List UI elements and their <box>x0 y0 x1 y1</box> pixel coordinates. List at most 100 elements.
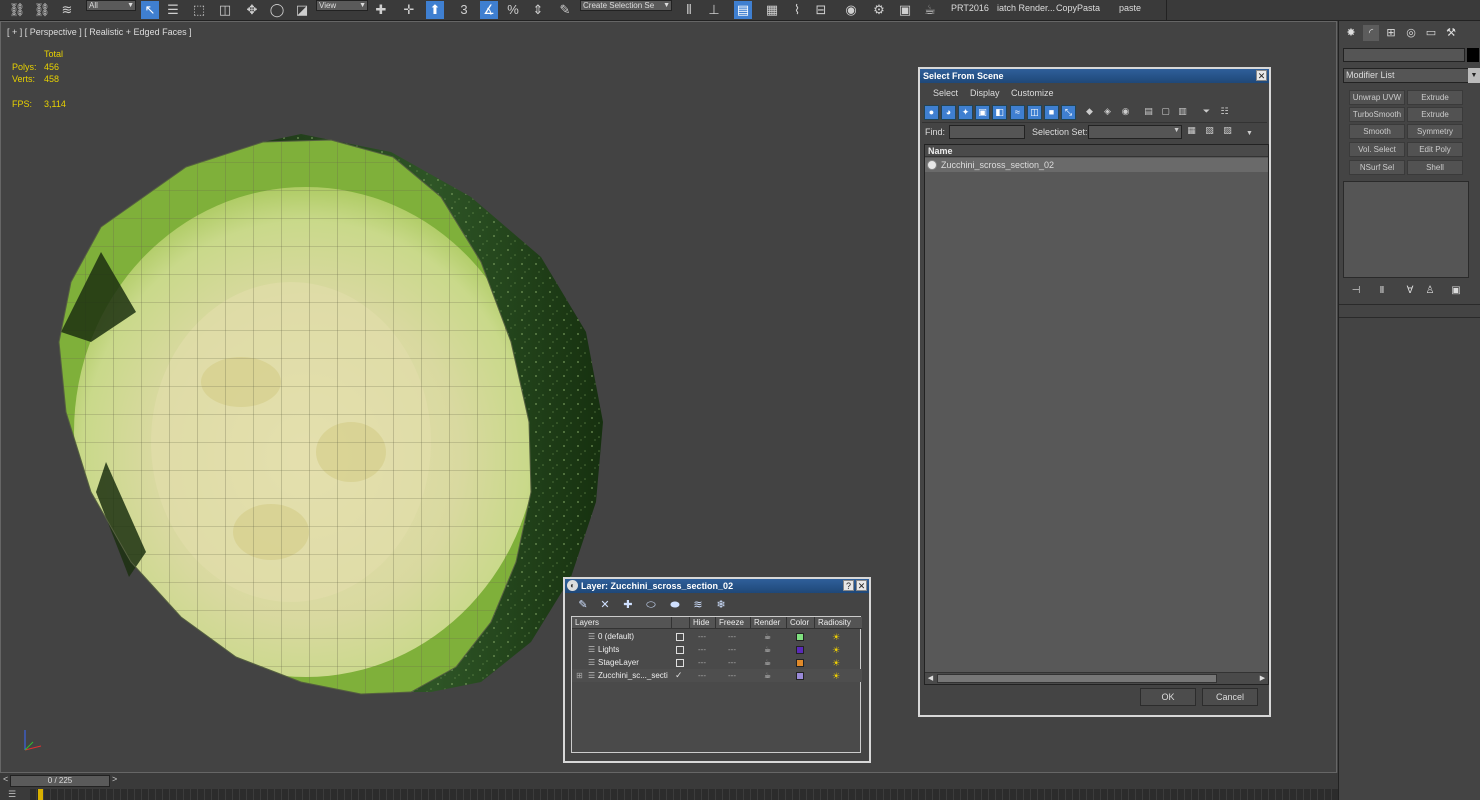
layer-explorer-icon[interactable]: ▦ <box>763 1 781 19</box>
selection-set-dropdown[interactable]: ▼ <box>1088 125 1182 139</box>
hierarchy-tab-icon[interactable]: ⊞ <box>1383 25 1399 41</box>
add-to-layer-icon[interactable]: ✚ <box>620 597 636 613</box>
display-frozen-icon[interactable]: ◈ <box>1100 105 1115 120</box>
edit-poly-button[interactable]: Edit Poly <box>1407 142 1463 157</box>
delete-layer-icon[interactable]: ✕ <box>597 597 613 613</box>
symmetry-button[interactable]: Symmetry <box>1407 124 1463 139</box>
angle-snap-icon[interactable]: ∡ <box>480 1 498 19</box>
scrollbar-thumb[interactable] <box>937 674 1217 683</box>
layer-color-swatch[interactable] <box>796 659 804 667</box>
keyboard-shortcut-override-icon[interactable]: ⬆ <box>426 1 444 19</box>
freeze-column-header[interactable]: Freeze <box>716 617 751 629</box>
turbosmooth-button[interactable]: TurboSmooth <box>1349 107 1405 122</box>
motion-tab-icon[interactable]: ◎ <box>1403 25 1419 41</box>
schematic-view-icon[interactable]: ⊟ <box>812 1 830 19</box>
select-by-name-icon[interactable]: ☰ <box>164 1 182 19</box>
curve-editor-icon[interactable]: ⌇ <box>788 1 806 19</box>
display-containers-icon[interactable]: ◆ <box>1082 105 1097 120</box>
current-layer-checkbox[interactable] <box>676 633 684 641</box>
percent-snap-icon[interactable]: % <box>504 1 522 19</box>
close-icon[interactable]: ✕ <box>856 580 867 591</box>
viewport-label-menu[interactable]: [ + ] [ Perspective ] [ Realistic + Edge… <box>7 27 192 37</box>
hide-toggle[interactable]: --- <box>698 643 706 656</box>
menu-display[interactable]: Display <box>970 88 1000 98</box>
show-end-result-icon[interactable]: Ⅱ <box>1375 284 1389 298</box>
render-setup-icon[interactable]: ⚙ <box>870 1 888 19</box>
current-layer-checkmark-icon[interactable]: ✓ <box>675 669 683 682</box>
display-hidden-icon[interactable]: ◉ <box>1118 105 1133 120</box>
named-selection-sets-dropdown[interactable]: Create Selection Se ▼ <box>580 0 672 11</box>
cancel-button[interactable]: Cancel <box>1202 688 1258 706</box>
layer-color-swatch[interactable] <box>796 672 804 680</box>
display-geometry-icon[interactable]: ● <box>924 105 939 120</box>
chevron-down-icon[interactable]: ▼ <box>1242 127 1257 142</box>
current-layer-checkbox[interactable] <box>676 646 684 654</box>
mini-curve-editor-icon[interactable]: ☰ <box>8 789 24 799</box>
menu-customize[interactable]: Customize <box>1011 88 1054 98</box>
freeze-toggle[interactable]: --- <box>728 669 736 682</box>
smooth-button[interactable]: Smooth <box>1349 124 1405 139</box>
make-unique-icon[interactable]: ∀ <box>1403 284 1417 298</box>
render-teapot-icon[interactable]: ☕ <box>764 656 771 669</box>
display-cameras-icon[interactable]: ▣ <box>975 105 990 120</box>
prev-frame-button[interactable]: < <box>3 774 8 784</box>
edit-named-selections-icon[interactable]: ✎ <box>556 1 574 19</box>
hide-toggle[interactable]: --- <box>698 669 706 682</box>
snaps-toggle-icon[interactable]: 3 <box>455 1 473 19</box>
extrude-button[interactable]: Extrude <box>1407 90 1463 105</box>
menu-select[interactable]: Select <box>933 88 958 98</box>
render-column-header[interactable]: Render <box>751 617 787 629</box>
modifier-list-dropdown[interactable]: Modifier List ▼ <box>1343 68 1480 83</box>
close-icon[interactable]: ✕ <box>1256 70 1267 81</box>
highlight-selected-icon[interactable]: ⬬ <box>667 597 683 613</box>
script-batch-render[interactable]: iatch Render... <box>997 3 1055 13</box>
spinner-snap-icon[interactable]: ⇕ <box>529 1 547 19</box>
scroll-right-icon[interactable]: ▶ <box>1257 673 1268 684</box>
render-teapot-icon[interactable]: ☕ <box>764 643 771 656</box>
select-object-icon[interactable]: ↖ <box>141 1 159 19</box>
scroll-left-icon[interactable]: ◀ <box>925 673 936 684</box>
display-groups-icon[interactable]: ◫ <box>1027 105 1042 120</box>
pin-stack-icon[interactable]: ⊣ <box>1349 284 1363 298</box>
bind-spacewarp-icon[interactable]: ≋ <box>58 1 76 19</box>
window-crossing-icon[interactable]: ◫ <box>216 1 234 19</box>
layer-color-swatch[interactable] <box>796 633 804 641</box>
render-production-icon[interactable]: ☕ <box>921 1 939 19</box>
rect-selection-icon[interactable]: ⬚ <box>190 1 208 19</box>
configure-modifier-sets-icon[interactable]: ▣ <box>1449 284 1463 298</box>
display-shapes-icon[interactable]: ◕ <box>941 105 956 120</box>
move-icon[interactable]: ✥ <box>243 1 261 19</box>
select-layer-objects-icon[interactable]: ⬭ <box>643 597 659 613</box>
rotate-icon[interactable]: ◯ <box>268 1 286 19</box>
remove-modifier-icon[interactable]: ♙ <box>1423 284 1437 298</box>
scene-explorer-icon[interactable]: ▤ <box>734 1 752 19</box>
selection-set-add-icon[interactable]: ▦ <box>1184 124 1199 139</box>
material-editor-icon[interactable]: ◉ <box>842 1 860 19</box>
display-bones-icon[interactable]: ⤡ <box>1061 105 1076 120</box>
pivot-center-icon[interactable]: ✚ <box>372 1 390 19</box>
radiosity-icon[interactable]: ☀ <box>832 670 840 683</box>
unwrap-uvw-button[interactable]: Unwrap UVW <box>1349 90 1405 105</box>
track-bar[interactable] <box>30 789 1338 800</box>
layer-color-swatch[interactable] <box>796 646 804 654</box>
time-slider[interactable]: 0 / 225 <box>10 775 110 787</box>
utilities-tab-icon[interactable]: ⚒ <box>1443 25 1459 41</box>
selection-filter-dropdown[interactable]: All ▼ <box>86 0 136 11</box>
rendered-frame-window-icon[interactable]: ▣ <box>896 1 914 19</box>
align-icon[interactable]: ⊥ <box>705 1 723 19</box>
horizontal-scrollbar[interactable]: ◀ ▶ <box>925 672 1268 684</box>
select-link-icon[interactable]: ⛓ <box>8 1 26 19</box>
mirror-icon[interactable]: ⫴ <box>680 1 698 19</box>
display-tab-icon[interactable]: ▭ <box>1423 25 1439 41</box>
ok-button[interactable]: OK <box>1140 688 1196 706</box>
hide-toggle[interactable]: --- <box>698 656 706 669</box>
modifier-stack[interactable] <box>1343 181 1469 278</box>
extrude-button-2[interactable]: Extrude <box>1407 107 1463 122</box>
hide-unhide-all-icon[interactable]: ≋ <box>690 597 706 613</box>
layer-name[interactable]: Zucchini_sc..._secti <box>598 669 668 682</box>
color-column-header[interactable]: Color <box>787 617 815 629</box>
object-color-swatch[interactable] <box>1467 48 1479 62</box>
modify-tab-icon[interactable]: ◜ <box>1363 25 1379 41</box>
reference-coord-dropdown[interactable]: View ▼ <box>316 0 368 11</box>
freeze-toggle[interactable]: --- <box>728 656 736 669</box>
